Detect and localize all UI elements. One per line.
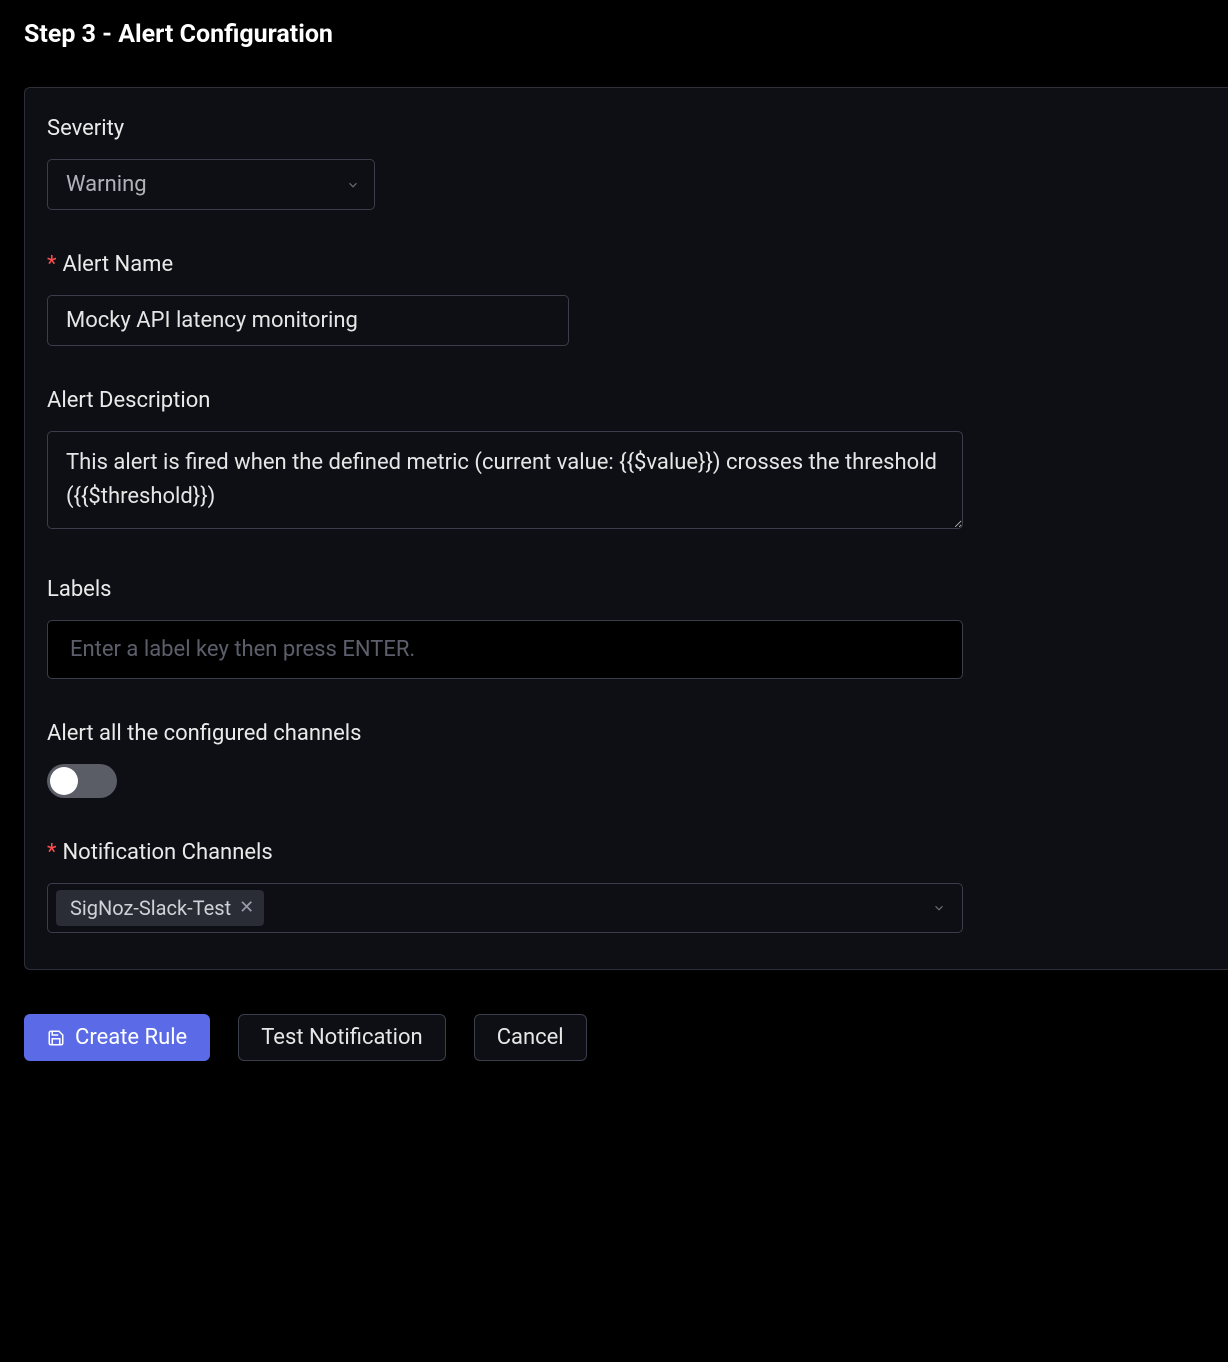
toggle-knob	[50, 767, 78, 795]
chevron-down-icon	[346, 178, 360, 192]
create-rule-button[interactable]: Create Rule	[24, 1014, 210, 1061]
step-title: Step 3 - Alert Configuration	[24, 20, 1228, 49]
notification-channels-select[interactable]: SigNoz-Slack-Test ✕	[47, 883, 963, 933]
alert-description-input[interactable]	[47, 431, 963, 529]
alert-all-channels-field: Alert all the configured channels	[47, 721, 1206, 798]
save-icon	[47, 1029, 65, 1047]
create-rule-label: Create Rule	[75, 1025, 187, 1050]
test-notification-button[interactable]: Test Notification	[238, 1014, 445, 1061]
alert-all-channels-toggle[interactable]	[47, 764, 117, 798]
alert-all-channels-label: Alert all the configured channels	[47, 721, 1206, 746]
channel-tag: SigNoz-Slack-Test ✕	[56, 890, 264, 926]
action-buttons: Create Rule Test Notification Cancel	[24, 1014, 1228, 1061]
severity-label: Severity	[47, 116, 1206, 141]
alert-description-field: Alert Description	[47, 388, 1206, 535]
notification-channels-label: Notification Channels	[47, 840, 1206, 865]
channel-tag-label: SigNoz-Slack-Test	[70, 896, 231, 920]
chevron-down-icon	[932, 901, 946, 915]
severity-select[interactable]: Warning	[47, 159, 375, 210]
cancel-button[interactable]: Cancel	[474, 1014, 587, 1061]
labels-input[interactable]	[47, 620, 963, 679]
cancel-label: Cancel	[497, 1025, 564, 1050]
labels-field: Labels	[47, 577, 1206, 679]
notification-channels-field: Notification Channels SigNoz-Slack-Test …	[47, 840, 1206, 933]
test-notification-label: Test Notification	[261, 1025, 422, 1050]
alert-name-field: Alert Name	[47, 252, 1206, 346]
alert-name-input[interactable]	[47, 295, 569, 346]
close-icon[interactable]: ✕	[239, 899, 254, 917]
severity-value: Warning	[66, 172, 147, 197]
severity-field: Severity Warning	[47, 116, 1206, 210]
alert-name-label: Alert Name	[47, 252, 1206, 277]
alert-config-panel: Severity Warning Alert Name Alert Descri…	[24, 87, 1228, 970]
alert-description-label: Alert Description	[47, 388, 1206, 413]
labels-label: Labels	[47, 577, 1206, 602]
